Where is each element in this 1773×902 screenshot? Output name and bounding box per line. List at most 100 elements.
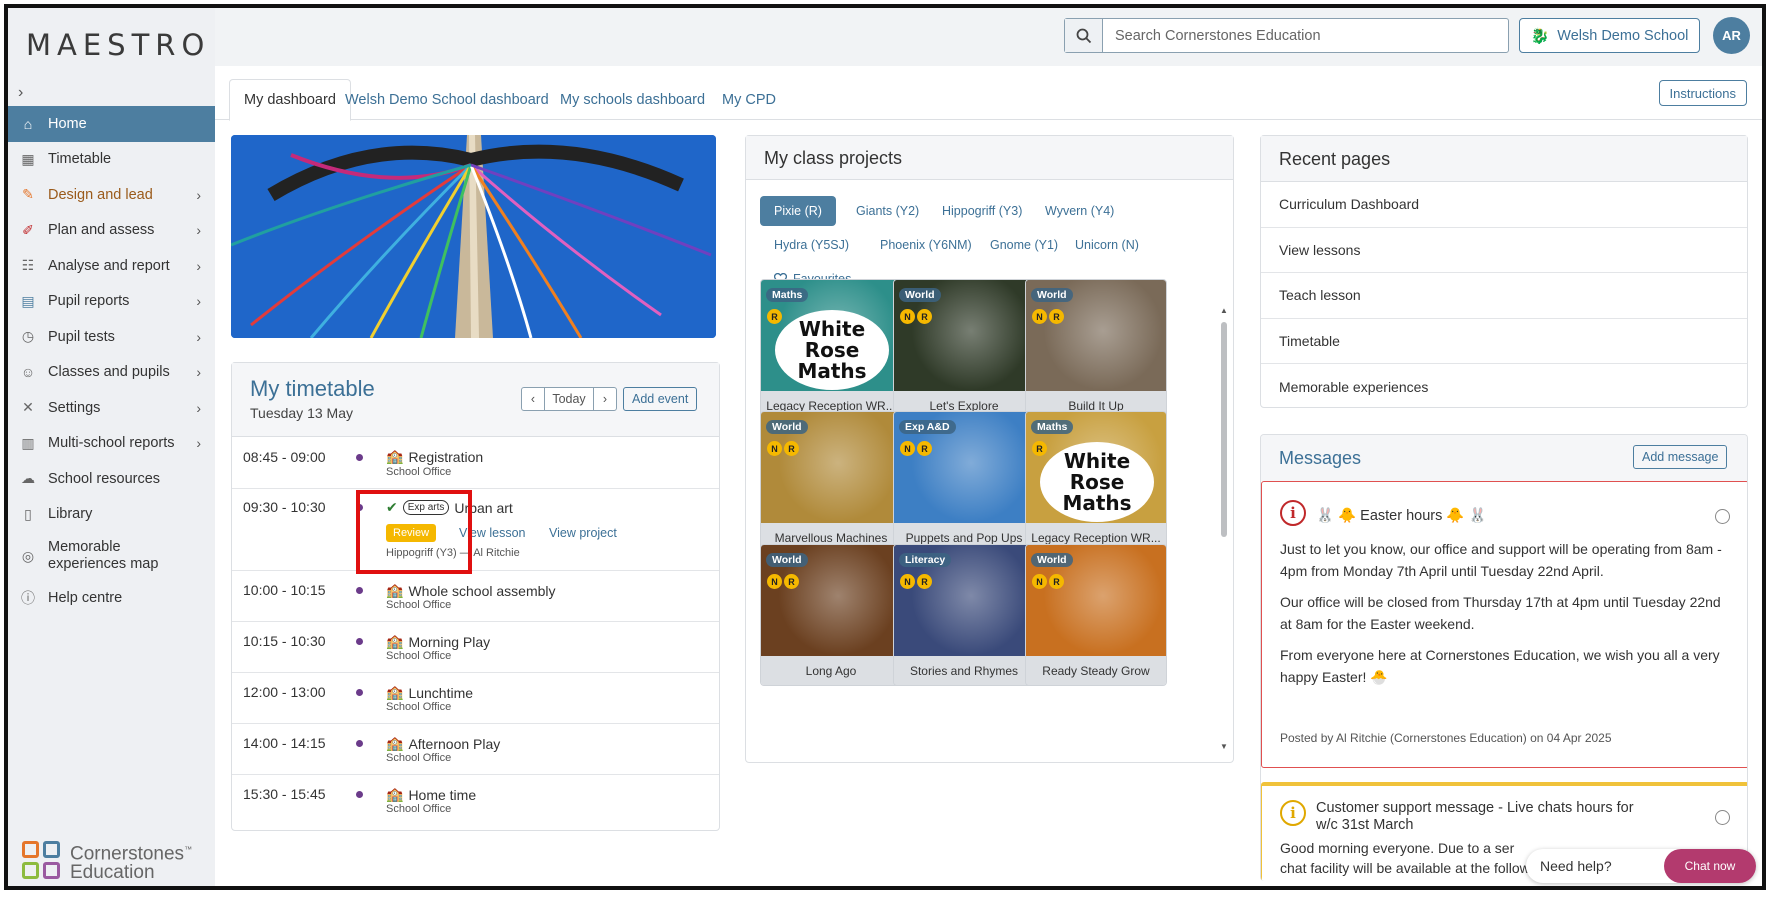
next-day-button[interactable]: › [594, 388, 616, 410]
sidebar-item-library[interactable]: ▯ Library [8, 497, 215, 533]
class-pill-giants[interactable]: Giants (Y2) [842, 196, 933, 226]
recent-page-link[interactable]: Teach lesson [1261, 273, 1747, 319]
mark-read-radio[interactable] [1715, 509, 1730, 524]
scroll-up-icon[interactable]: ▲ [1220, 306, 1228, 315]
app-logo[interactable]: MAESTRO [26, 28, 210, 62]
subject-tag: Maths [1031, 420, 1074, 434]
sidebar-item-timetable[interactable]: ▦ Timetable [8, 142, 215, 178]
today-button[interactable]: Today [544, 388, 594, 410]
sidebar: MAESTRO › ⌂ Home ▦ Timetable ✎ Design and lea… [8, 8, 215, 886]
class-pill-hippogriff[interactable]: Hippogriff (Y3) [928, 196, 1036, 226]
school-switcher-button[interactable]: 🐉 Welsh Demo School [1519, 18, 1700, 53]
prev-day-button[interactable]: ‹ [522, 388, 544, 410]
calendar-icon: ▦ [21, 150, 35, 167]
project-tile[interactable]: Literacy N R Stories and Rhymes [893, 544, 1035, 686]
tab-school-dashboard[interactable]: Welsh Demo School dashboard [331, 79, 563, 121]
sidebar-item-classes-and-pupils[interactable]: ☺ Classes and pupils › [8, 355, 215, 391]
sidebar-item-home[interactable]: ⌂ Home [8, 106, 215, 142]
sidebar-item-help-centre[interactable]: ⓘ Help centre [8, 580, 215, 616]
tab-my-cpd[interactable]: My CPD [708, 79, 790, 121]
scroll-thumb[interactable] [1221, 322, 1227, 537]
sidebar-item-plan-and-assess[interactable]: ✐ Plan and assess › [8, 213, 215, 249]
add-event-button[interactable]: Add event [623, 387, 698, 411]
sidebar-collapse-toggle[interactable]: › [18, 84, 23, 102]
instructions-button[interactable]: Instructions [1658, 80, 1747, 106]
mark-read-radio[interactable] [1715, 810, 1730, 825]
projects-scrollbar[interactable]: ▲ ▼ [1220, 306, 1228, 751]
sidebar-item-design-and-lead[interactable]: ✎ Design and lead › [8, 177, 215, 213]
project-tile[interactable]: Exp A&D N R Puppets and Pop Ups [893, 411, 1035, 553]
timetable-row-urban-art[interactable]: 09:30 - 10:30 ✔ Exp arts Urban art Revie… [232, 489, 719, 571]
people-icon: ☺ [20, 364, 36, 381]
messages-card: Messages Add message i 🐰 🐥 Easter hours … [1260, 434, 1748, 881]
recent-pages-title: Recent pages [1279, 149, 1391, 169]
sidebar-item-label: Memorable experiences map [48, 539, 159, 572]
recent-page-link[interactable]: Curriculum Dashboard [1261, 182, 1747, 228]
sidebar-item-school-resources[interactable]: ☁ School resources [8, 461, 215, 497]
event-dot [356, 638, 363, 645]
scroll-down-icon[interactable]: ▼ [1220, 742, 1228, 751]
project-tile[interactable]: World N R Let's Explore [893, 279, 1035, 421]
timetable-row[interactable]: 10:15 - 10:30 🏫 Morning Play School Offic… [232, 622, 719, 673]
event-dot [356, 454, 363, 461]
timetable-row[interactable]: 10:00 - 10:15 🏫 Whole school assembly Sch… [232, 571, 719, 622]
sidebar-item-analyse-and-report[interactable]: ☷ Analyse and report › [8, 248, 215, 284]
class-pill-unicorn[interactable]: Unicorn (N) [1061, 230, 1153, 260]
sidebar-item-multi-school-reports[interactable]: ▥ Multi-school reports › [8, 426, 215, 462]
sidebar-item-pupil-tests[interactable]: ◷ Pupil tests › [8, 319, 215, 355]
timetable-row[interactable]: 12:00 - 13:00 🏫 Lunchtime School Office [232, 673, 719, 724]
year-group-badge: N [767, 574, 782, 589]
chat-widget: Need help? Chat now [1526, 849, 1756, 883]
stopwatch-icon: ◷ [21, 328, 35, 345]
chat-now-button[interactable]: Chat now [1664, 849, 1756, 883]
recent-page-link[interactable]: Timetable [1261, 319, 1747, 364]
sidebar-item-memorable-experiences-map[interactable]: ◎ Memorable experiences map [8, 532, 215, 580]
project-caption: Long Ago [761, 656, 901, 685]
info-warning-icon: i [1280, 800, 1306, 826]
sidebar-item-label: School resources [48, 470, 161, 487]
chevron-right-icon: › [196, 257, 201, 274]
recent-pages-card: Recent pages Curriculum Dashboard View l… [1260, 135, 1748, 408]
year-group-badge: N [900, 574, 915, 589]
project-tile[interactable]: World N R Long Ago [760, 544, 902, 686]
project-caption: Ready Steady Grow [1026, 656, 1166, 685]
timetable-row[interactable]: 15:30 - 15:45 🏫 Home time School Office [232, 775, 719, 831]
brand-line-1: Cornerstones [70, 843, 185, 865]
user-avatar[interactable]: AR [1713, 17, 1750, 54]
class-projects-title: My class projects [764, 148, 903, 168]
project-tile[interactable]: White Rose Maths Maths R Legacy Reception WR.… [1025, 411, 1167, 553]
project-tile[interactable]: White Rose Maths Maths R Legacy Reception WR.… [760, 279, 902, 421]
sidebar-item-label: Library [48, 506, 93, 523]
messages-title: Messages [1279, 448, 1362, 468]
sidebar-item-settings[interactable]: ✕ Settings › [8, 390, 215, 426]
year-group-badge: R [1049, 574, 1064, 589]
sidebar-item-label: Plan and assess [48, 222, 155, 239]
recent-page-link[interactable]: View lessons [1261, 228, 1747, 273]
class-pill-wyvern[interactable]: Wyvern (Y4) [1031, 196, 1128, 226]
books-icon: ▯ [24, 505, 32, 522]
class-pill-pixie[interactable]: Pixie (R) [760, 196, 836, 226]
add-message-button[interactable]: Add message [1633, 445, 1728, 469]
class-pill-gnome[interactable]: Gnome (Y1) [976, 230, 1072, 260]
sidebar-item-pupil-reports[interactable]: ▤ Pupil reports › [8, 284, 215, 320]
pencil-icon: ✐ [22, 221, 34, 238]
view-project-link[interactable]: View project [549, 526, 617, 540]
search-input[interactable] [1103, 27, 1503, 44]
tab-my-schools-dashboard[interactable]: My schools dashboard [546, 79, 719, 121]
year-group-badge: R [1032, 441, 1047, 456]
info-icon: ⓘ [21, 589, 35, 606]
project-tile[interactable]: World N R Build It Up [1025, 279, 1167, 421]
class-pill-hydra[interactable]: Hydra (Y5SJ) [760, 230, 863, 260]
project-tile[interactable]: World N R Ready Steady Grow [1025, 544, 1167, 686]
sidebar-item-label: Classes and pupils [48, 364, 170, 381]
timetable-row[interactable]: 14:00 - 14:15 🏫 Afternoon Play School Off… [232, 724, 719, 775]
timetable-row[interactable]: 08:45 - 09:00 🏫 Registration School Offic… [232, 437, 719, 489]
chevron-right-icon: › [196, 186, 201, 203]
recent-page-link[interactable]: Memorable experiences [1261, 364, 1747, 410]
brand-tm: ™ [184, 845, 193, 854]
project-tile[interactable]: World N R Marvellous Machines [760, 411, 902, 553]
search-icon[interactable] [1065, 19, 1103, 52]
class-pill-phoenix[interactable]: Phoenix (Y6NM) [866, 230, 986, 260]
dashboard-tabs: My dashboard Welsh Demo School dashboard… [215, 66, 1762, 121]
school-name: Welsh Demo School [1557, 27, 1689, 44]
